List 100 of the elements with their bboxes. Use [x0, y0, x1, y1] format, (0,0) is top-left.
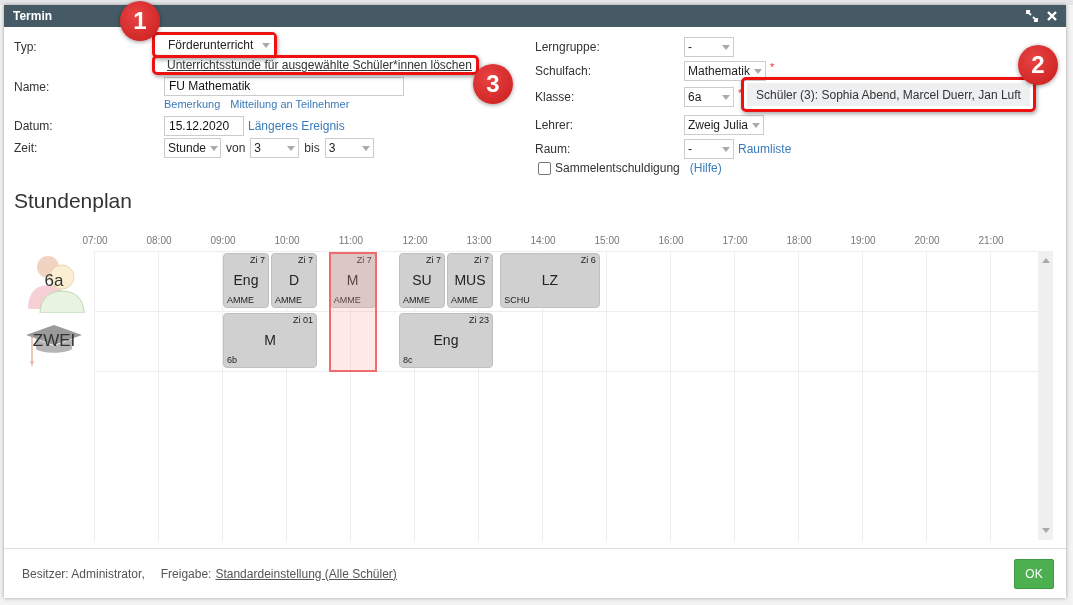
number-badge: 2	[1018, 45, 1058, 85]
caret-icon	[752, 122, 761, 128]
subject-label: M	[263, 332, 277, 348]
dropdown[interactable]: 3	[324, 138, 374, 158]
teacher-label: 6b	[227, 355, 237, 365]
hour-label: 07:00	[82, 235, 108, 246]
dropdown[interactable]: 3	[250, 138, 300, 158]
lesson-block[interactable]: Zi 01 M 6b	[223, 313, 317, 368]
hour-label: 17:00	[722, 235, 748, 246]
hour-label: 18:00	[786, 235, 812, 246]
scrollbar[interactable]	[1038, 251, 1053, 540]
subject-label: Eng	[432, 332, 460, 348]
room-label: Zi 7	[298, 255, 313, 265]
required-mark: *	[770, 61, 775, 73]
teacher-label: AMME	[227, 295, 254, 305]
caret-icon	[722, 94, 730, 100]
room-label: Zi 7	[426, 255, 441, 265]
scroll-down-icon	[1040, 527, 1051, 534]
field-label: Datum:	[14, 118, 54, 135]
caret-icon	[262, 42, 270, 48]
room-label: Zi 7	[474, 255, 489, 265]
dropdown[interactable]: 6a	[684, 87, 734, 107]
subject-label: LZ	[540, 272, 560, 288]
subject-label: SU	[411, 272, 433, 288]
teacher-label: 8c	[403, 355, 413, 365]
field-label: Zeit:	[14, 140, 39, 157]
field-label: Klasse:	[535, 89, 576, 106]
dropdown[interactable]: Stunde	[164, 138, 221, 158]
lesson-block[interactable]: Zi 7 D AMME	[271, 253, 317, 308]
row-label: ZWEI	[32, 331, 76, 351]
subject-label: M	[345, 272, 360, 288]
hour-label: 15:00	[594, 235, 620, 246]
teacher-label: AMME	[333, 295, 361, 305]
link[interactable]: Längeres Ereignis	[248, 119, 345, 133]
hour-label: 10:00	[274, 235, 300, 246]
lesson-block[interactable]: Zi 7 SU AMME	[399, 253, 445, 308]
link[interactable]: Mitteilung an Teilnehmer	[230, 98, 350, 110]
checkbox[interactable]	[538, 161, 551, 175]
share-label: Freigabe:	[160, 566, 212, 581]
link[interactable]: Raumliste	[738, 142, 792, 156]
owner-text: Besitzer: Administrator,	[22, 566, 145, 581]
room-label: Zi 6	[580, 255, 596, 265]
field-label: Schulfach:	[535, 63, 593, 80]
caret-icon	[754, 68, 763, 74]
dropdown[interactable]: -	[684, 139, 734, 159]
field-label: von	[225, 141, 247, 155]
share-link[interactable]: Standardeinstellung (Alle Schüler)	[215, 566, 397, 581]
tooltip: Schüler (3): Sophia Abend, Marcel Duerr, Jan Luft	[747, 83, 1030, 106]
checkbox-label: Sammelentschuldigung	[555, 161, 680, 175]
subject-label: Eng	[232, 272, 260, 288]
room-label: Zi 7	[356, 255, 372, 265]
window-title: Termin	[13, 9, 53, 23]
field-label: Raum:	[535, 141, 572, 158]
lesson-block[interactable]: Zi 6 LZ SCHU	[500, 253, 600, 308]
lesson-block[interactable]: Zi 7 MUS AMME	[447, 253, 493, 308]
number-badge: 1	[120, 1, 160, 41]
subject-label: MUS	[453, 272, 487, 288]
lesson-block[interactable]: Zi 7 Eng AMME	[223, 253, 269, 308]
caret-icon	[210, 145, 219, 151]
caret-icon	[722, 146, 730, 152]
expand-icon	[1026, 10, 1038, 22]
field-label: Name:	[14, 79, 51, 96]
teacher-label: AMME	[403, 295, 430, 305]
field-label: bis	[303, 141, 321, 155]
dropdown[interactable]: -	[684, 37, 734, 57]
dropdown[interactable]: Zweig Julia	[684, 115, 765, 135]
teacher-label: AMME	[451, 295, 478, 305]
room-label: Zi 01	[293, 315, 313, 325]
hour-label: 09:00	[210, 235, 236, 246]
lesson-block[interactable]: Zi 7 M AMME	[329, 253, 376, 308]
name-field[interactable]: FU Mathematik	[164, 77, 404, 96]
caret-icon	[287, 145, 296, 151]
hour-label: 14:00	[530, 235, 556, 246]
hour-label: 08:00	[146, 235, 172, 246]
teacher-label: AMME	[275, 295, 302, 305]
hour-label: 12:00	[402, 235, 428, 246]
lesson-block[interactable]: Zi 23 Eng 8c	[399, 313, 493, 368]
caret-icon	[361, 145, 370, 151]
field-label: Lehrer:	[535, 117, 575, 134]
help-link[interactable]: (Hilfe)	[689, 161, 722, 175]
field-label: Typ:	[14, 39, 38, 56]
room-label: Zi 7	[250, 255, 265, 265]
number-badge: 3	[472, 64, 513, 104]
section-heading: Stundenplan	[13, 188, 133, 214]
dropdown[interactable]: Mathematik	[684, 61, 767, 81]
hour-label: 19:00	[850, 235, 876, 246]
close-icon	[1046, 10, 1058, 22]
field-label: Lerngruppe:	[535, 39, 601, 56]
subject-label: D	[287, 272, 301, 288]
hour-label: 13:00	[466, 235, 492, 246]
date-field[interactable]: 15.12.2020	[164, 116, 244, 136]
caret-icon	[722, 44, 730, 50]
hour-label: 20:00	[914, 235, 940, 246]
hour-label: 16:00	[658, 235, 684, 246]
selected-slot[interactable]	[328, 252, 377, 372]
scroll-up-icon	[1040, 257, 1051, 264]
dropdown[interactable]: Förderunterricht	[164, 35, 274, 55]
delete-link[interactable]: Unterrichtsstunde für ausgewählte Schüler*innen löschen	[167, 58, 472, 72]
link[interactable]: Bemerkung	[164, 98, 221, 110]
hour-label: 11:00	[338, 235, 364, 246]
